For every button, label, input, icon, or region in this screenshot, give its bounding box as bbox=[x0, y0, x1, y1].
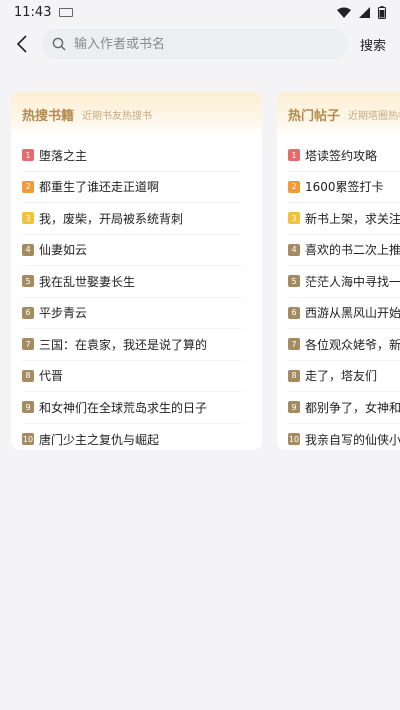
post-title: 我亲自写的仙侠小 bbox=[305, 432, 400, 447]
search-header: 搜索 bbox=[0, 26, 400, 62]
list-item[interactable]: 5 茫茫人海中寻找一 bbox=[288, 266, 400, 298]
keyboard-icon bbox=[59, 7, 74, 17]
rank-badge: 8 bbox=[22, 369, 34, 382]
list-item[interactable]: 4 喜欢的书二次上推 bbox=[288, 235, 400, 266]
rank-badge: 7 bbox=[288, 338, 300, 351]
card-subtitle: 近期塔圈热帖 bbox=[348, 110, 400, 122]
list-item[interactable]: 4 仙妻如云 bbox=[22, 235, 242, 266]
status-bar: 11:43 bbox=[0, 0, 400, 24]
search-input[interactable] bbox=[72, 35, 326, 53]
list-item[interactable]: 5 我在乱世娶妻长生 bbox=[22, 266, 242, 298]
list-item[interactable]: 6 西游从黑风山开始 bbox=[288, 298, 400, 329]
list-item[interactable]: 10 我亲自写的仙侠小 bbox=[288, 424, 400, 451]
post-title: 喜欢的书二次上推 bbox=[305, 243, 400, 258]
rank-badge: 3 bbox=[22, 212, 34, 225]
book-title: 三国：在袁家，我还是说了算的 bbox=[39, 337, 208, 352]
back-button[interactable] bbox=[10, 32, 34, 56]
hot-posts-card: 热门帖子 近期塔圈热帖 1 塔读签约攻略 2 1600累签打卡 3 新书上架，求关注 … bbox=[277, 92, 400, 450]
rank-badge: 2 bbox=[288, 180, 300, 193]
hot-books-list: 1 堕落之主 2 都重生了谁还走正道啊 3 我，废柴，开局被系统背刺 4 仙妻如云 5我… bbox=[11, 136, 262, 450]
rank-badge: 1 bbox=[22, 149, 34, 162]
list-item[interactable]: 8 走了，塔友们 bbox=[288, 361, 400, 392]
list-item[interactable]: 1 堕落之主 bbox=[22, 140, 242, 172]
hot-posts-list: 1 塔读签约攻略 2 1600累签打卡 3 新书上架，求关注 4 喜欢的书二次上推 5茫… bbox=[277, 136, 400, 450]
book-title: 我，废柴，开局被系统背刺 bbox=[39, 211, 184, 226]
rank-badge: 4 bbox=[288, 243, 300, 256]
list-item[interactable]: 7 各位观众姥爷，新 bbox=[288, 329, 400, 361]
search-box[interactable] bbox=[42, 29, 348, 59]
rank-badge: 9 bbox=[22, 401, 34, 414]
hot-books-card: 热搜书籍 近期书友热搜书 1 堕落之主 2 都重生了谁还走正道啊 3 我，废柴，开局被… bbox=[11, 92, 262, 450]
search-icon bbox=[52, 37, 66, 51]
rank-badge: 6 bbox=[288, 306, 300, 319]
card-title: 热门帖子 bbox=[288, 108, 341, 124]
book-title: 唐门少主之复仇与崛起 bbox=[39, 432, 160, 447]
post-title: 1600累签打卡 bbox=[305, 180, 384, 195]
list-item[interactable]: 8 代晋 bbox=[22, 361, 242, 392]
hot-posts-header: 热门帖子 近期塔圈热帖 bbox=[277, 92, 400, 136]
list-item[interactable]: 2 1600累签打卡 bbox=[288, 172, 400, 203]
rank-badge: 3 bbox=[288, 212, 300, 225]
book-title: 都重生了谁还走正道啊 bbox=[39, 180, 160, 195]
list-item[interactable]: 9 都别争了，女神和 bbox=[288, 392, 400, 424]
card-subtitle: 近期书友热搜书 bbox=[82, 110, 153, 122]
post-title: 塔读签约攻略 bbox=[305, 148, 378, 163]
rank-badge: 10 bbox=[22, 433, 34, 446]
battery-icon bbox=[378, 5, 386, 19]
rank-badge: 2 bbox=[22, 180, 34, 193]
post-title: 茫茫人海中寻找一 bbox=[305, 274, 400, 289]
list-item[interactable]: 3 我，废柴，开局被系统背刺 bbox=[22, 203, 242, 235]
status-time: 11:43 bbox=[14, 4, 52, 20]
hot-books-header: 热搜书籍 近期书友热搜书 bbox=[11, 92, 262, 136]
search-button[interactable]: 搜索 bbox=[360, 35, 386, 54]
chevron-left-icon bbox=[16, 35, 27, 53]
book-title: 平步青云 bbox=[39, 306, 88, 321]
list-item[interactable]: 10 唐门少主之复仇与崛起 bbox=[22, 424, 242, 451]
list-item[interactable]: 2 都重生了谁还走正道啊 bbox=[22, 172, 242, 203]
rank-badge: 8 bbox=[288, 369, 300, 382]
rank-badge: 7 bbox=[22, 338, 34, 351]
list-item[interactable]: 3 新书上架，求关注 bbox=[288, 203, 400, 235]
card-title: 热搜书籍 bbox=[22, 108, 75, 124]
ranking-cards[interactable]: 热搜书籍 近期书友热搜书 1 堕落之主 2 都重生了谁还走正道啊 3 我，废柴，开局被… bbox=[11, 92, 400, 452]
post-title: 都别争了，女神和 bbox=[305, 400, 400, 415]
book-title: 仙妻如云 bbox=[39, 243, 88, 258]
rank-badge: 1 bbox=[288, 149, 300, 162]
rank-badge: 4 bbox=[22, 243, 34, 256]
post-title: 新书上架，求关注 bbox=[305, 211, 400, 226]
post-title: 西游从黑风山开始 bbox=[305, 306, 400, 321]
book-title: 我在乱世娶妻长生 bbox=[39, 274, 136, 289]
signal-icon bbox=[359, 6, 370, 18]
wifi-icon bbox=[337, 7, 351, 18]
list-item[interactable]: 1 塔读签约攻略 bbox=[288, 140, 400, 172]
post-title: 各位观众姥爷，新 bbox=[305, 337, 400, 352]
rank-badge: 5 bbox=[22, 275, 34, 288]
list-item[interactable]: 9 和女神们在全球荒岛求生的日子 bbox=[22, 392, 242, 424]
book-title: 堕落之主 bbox=[39, 148, 88, 163]
book-title: 代晋 bbox=[39, 369, 64, 384]
rank-badge: 10 bbox=[288, 433, 300, 446]
rank-badge: 6 bbox=[22, 306, 34, 319]
list-item[interactable]: 6 平步青云 bbox=[22, 298, 242, 329]
post-title: 走了，塔友们 bbox=[305, 369, 378, 384]
rank-badge: 5 bbox=[288, 275, 300, 288]
rank-badge: 9 bbox=[288, 401, 300, 414]
list-item[interactable]: 7 三国：在袁家，我还是说了算的 bbox=[22, 329, 242, 361]
book-title: 和女神们在全球荒岛求生的日子 bbox=[39, 400, 208, 415]
